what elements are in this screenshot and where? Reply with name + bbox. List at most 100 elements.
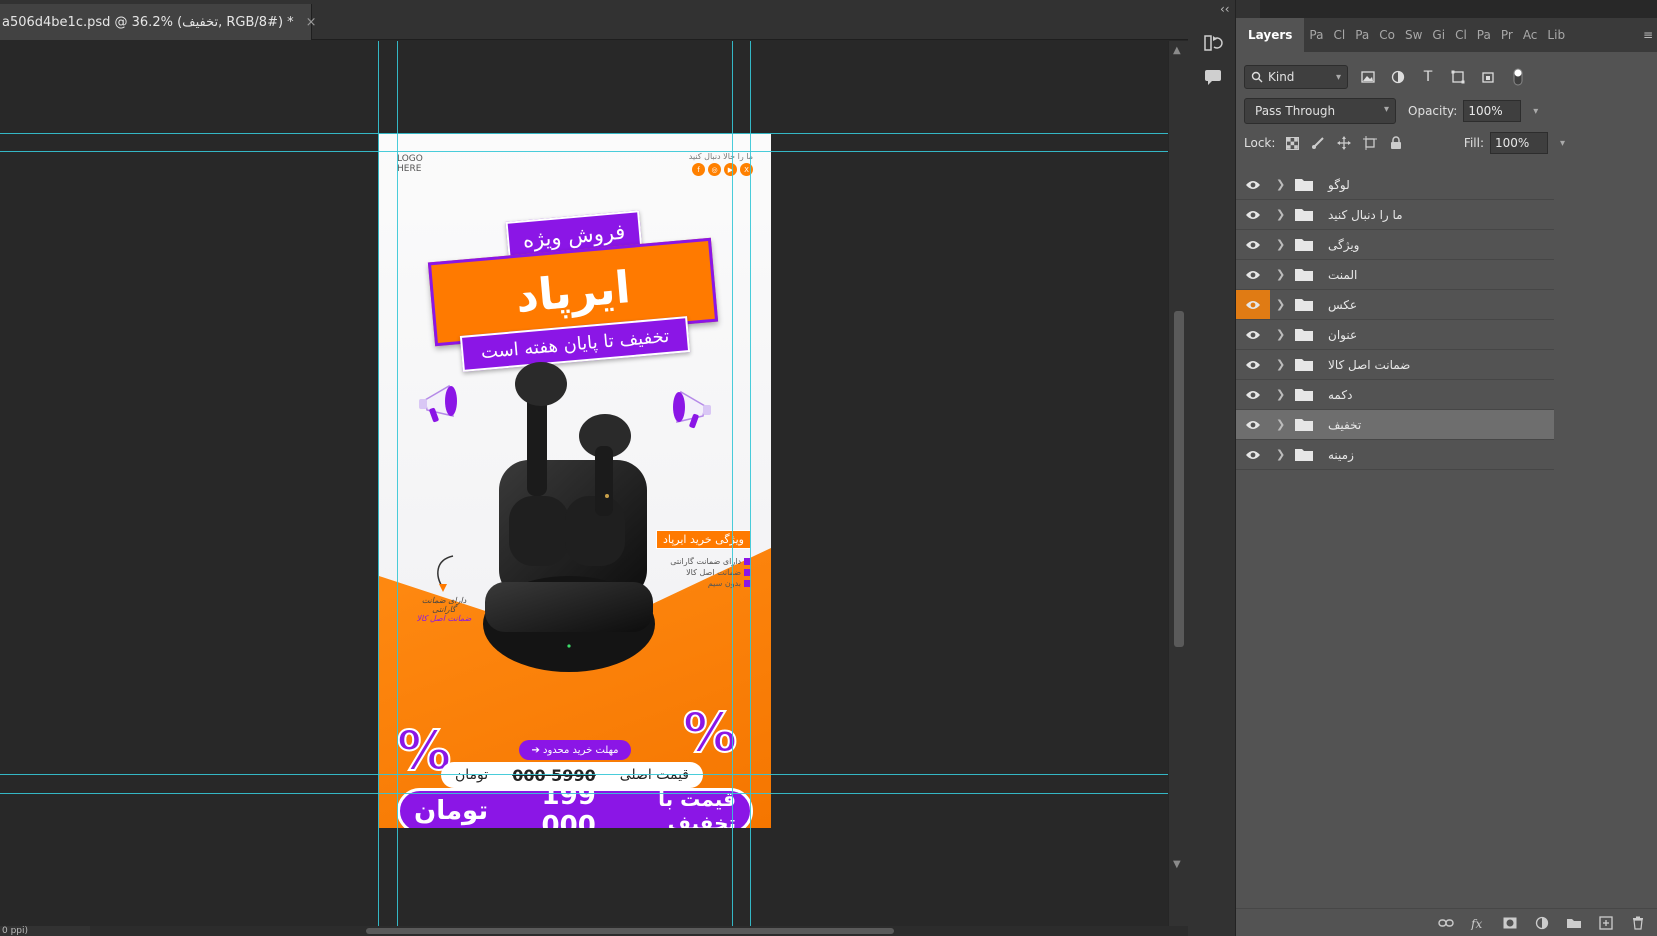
chevron-right-icon[interactable]: ❯: [1276, 238, 1290, 251]
social-icon: ▶: [724, 163, 737, 176]
layer-row[interactable]: ❯ زمینه: [1236, 440, 1554, 470]
layer-row[interactable]: ❯ عنوان: [1236, 320, 1554, 350]
canvas-area[interactable]: LOGO HERE ما را حالا دنبال کنید f ◎ ▶ X فرو…: [0, 41, 1234, 927]
history-icon[interactable]: [1200, 30, 1226, 56]
lock-transparent-pixels-icon[interactable]: [1281, 132, 1303, 154]
panel-tab-9[interactable]: Pr: [1496, 18, 1518, 52]
layer-name: ویژگی: [1328, 237, 1360, 252]
lock-position-icon[interactable]: [1333, 132, 1355, 154]
feature-item: بدون سیم: [656, 579, 751, 588]
filter-toggle-icon[interactable]: [1508, 67, 1528, 87]
panel-tab-10[interactable]: Ac: [1518, 18, 1543, 52]
filter-adjustment-layer-icon[interactable]: [1388, 67, 1408, 87]
horizontal-scroll-thumb[interactable]: [366, 928, 894, 934]
features-block: ویژگی خرید ایرپاد دارای ضمانت گارانتی ضما…: [655, 528, 751, 590]
layer-name: تخفیف: [1328, 417, 1362, 432]
guide-vertical: [750, 41, 751, 927]
eye-visibility-icon[interactable]: [1236, 350, 1270, 379]
comments-icon[interactable]: [1200, 64, 1226, 90]
layer-row[interactable]: ❯ دکمه: [1236, 380, 1554, 410]
chevron-right-icon[interactable]: ❯: [1276, 418, 1290, 431]
scroll-up-icon[interactable]: ▲: [1173, 45, 1181, 56]
panel-tab-4[interactable]: Co: [1374, 18, 1400, 52]
lock-artboard-icon[interactable]: [1359, 132, 1381, 154]
eye-visibility-icon[interactable]: [1236, 170, 1270, 199]
layer-row[interactable]: ❯ لوگو: [1236, 170, 1554, 200]
filter-smart-object-icon[interactable]: [1478, 67, 1498, 87]
panel-tab-11[interactable]: Lib: [1542, 18, 1570, 52]
folder-icon: [1295, 178, 1313, 191]
social-icon: X: [740, 163, 753, 176]
lock-all-icon[interactable]: [1385, 132, 1407, 154]
layer-filter-row: Kind ▾ T: [1244, 64, 1588, 90]
photoshop-window: a506d4be1c.psd @ 36.2% (تخفیف, RGB/8#) *…: [0, 0, 1657, 936]
eye-visibility-icon[interactable]: [1236, 440, 1270, 469]
panel-tab-8[interactable]: Pa: [1472, 18, 1496, 52]
new-group-icon[interactable]: [1565, 914, 1583, 932]
opacity-label: Opacity:: [1408, 104, 1458, 118]
folder-icon: [1295, 358, 1313, 371]
layer-row[interactable]: ❯ ما را دنبال کنید: [1236, 200, 1554, 230]
panel-tab-7[interactable]: Cl: [1450, 18, 1472, 52]
layer-row[interactable]: ❯ ضمانت اصل کالا: [1236, 350, 1554, 380]
chevron-down-icon[interactable]: ▾: [1533, 106, 1538, 117]
canvas-vertical-scrollbar[interactable]: ▲ ▼: [1168, 41, 1188, 927]
eye-visibility-icon[interactable]: [1236, 410, 1270, 439]
eye-visibility-icon[interactable]: [1236, 200, 1270, 229]
chevron-right-icon[interactable]: ❯: [1276, 358, 1290, 371]
chevron-right-icon[interactable]: ❯: [1276, 388, 1290, 401]
panel-tab-5[interactable]: Sw: [1400, 18, 1427, 52]
filter-pixel-layer-icon[interactable]: [1358, 67, 1378, 87]
chevron-down-icon[interactable]: ▾: [1560, 138, 1565, 149]
folder-icon: [1295, 328, 1313, 341]
filter-type-layer-icon[interactable]: T: [1418, 67, 1438, 87]
opacity-input[interactable]: 100% ▾: [1463, 100, 1538, 122]
link-layers-icon[interactable]: [1437, 914, 1455, 932]
guide-horizontal: [0, 774, 1234, 775]
layer-row[interactable]: ❯ عکس: [1236, 290, 1554, 320]
panel-tab-1[interactable]: Pa: [1304, 18, 1328, 52]
lock-image-pixels-icon[interactable]: [1307, 132, 1329, 154]
eye-visibility-icon[interactable]: [1236, 290, 1270, 319]
layer-row[interactable]: ❯ المنت: [1236, 260, 1554, 290]
chevron-right-icon[interactable]: ❯: [1276, 298, 1290, 311]
vertical-scroll-thumb[interactable]: [1174, 311, 1184, 647]
document-tab[interactable]: a506d4be1c.psd @ 36.2% (تخفیف, RGB/8#) *…: [0, 4, 317, 40]
fill-input[interactable]: 100% ▾: [1490, 132, 1565, 154]
blend-mode-select[interactable]: Pass Through ▾: [1244, 98, 1396, 124]
new-layer-icon[interactable]: [1597, 914, 1615, 932]
panel-tab-6[interactable]: Gi: [1427, 18, 1450, 52]
guide-vertical: [732, 41, 733, 927]
chevron-right-icon[interactable]: ❯: [1276, 178, 1290, 191]
layer-row[interactable]: ❯ ویژگی: [1236, 230, 1554, 260]
layer-name: دکمه: [1328, 387, 1353, 402]
new-adjustment-layer-icon[interactable]: [1533, 914, 1551, 932]
layer-style-fx-icon[interactable]: fx: [1469, 914, 1487, 932]
scroll-down-icon[interactable]: ▼: [1173, 859, 1181, 870]
collapse-panels-icon[interactable]: ‹‹: [1220, 2, 1230, 16]
canvas-horizontal-scrollbar[interactable]: [90, 926, 1234, 936]
panel-tab-0[interactable]: Layers: [1236, 18, 1305, 52]
add-mask-icon[interactable]: [1501, 914, 1519, 932]
panel-menu-icon[interactable]: ≡: [1643, 28, 1653, 42]
eye-visibility-icon[interactable]: [1236, 320, 1270, 349]
filter-kind-select[interactable]: Kind ▾: [1244, 65, 1348, 89]
final-price-box: قیمت با تخفیف 199 000 تومان: [397, 781, 753, 828]
panel-tab-2[interactable]: Cl: [1328, 18, 1350, 52]
layer-name: لوگو: [1328, 177, 1350, 192]
delete-layer-icon[interactable]: [1629, 914, 1647, 932]
eye-visibility-icon[interactable]: [1236, 380, 1270, 409]
chevron-right-icon[interactable]: ❯: [1276, 208, 1290, 221]
panel-tab-strip: Layers Pa Cl Pa Co Sw Gi Cl Pa Pr Ac Lib: [1236, 18, 1657, 52]
filter-shape-layer-icon[interactable]: [1448, 67, 1468, 87]
chevron-right-icon[interactable]: ❯: [1276, 268, 1290, 281]
eye-visibility-icon[interactable]: [1236, 230, 1270, 259]
close-icon[interactable]: ×: [306, 15, 317, 30]
panel-tab-3[interactable]: Pa: [1350, 18, 1374, 52]
poster-artboard[interactable]: LOGO HERE ما را حالا دنبال کنید f ◎ ▶ X فرو…: [379, 134, 771, 828]
layer-row[interactable]: ❯ تخفیف: [1236, 410, 1554, 440]
megaphone-right-icon: [673, 390, 711, 429]
chevron-right-icon[interactable]: ❯: [1276, 448, 1290, 461]
chevron-right-icon[interactable]: ❯: [1276, 328, 1290, 341]
eye-visibility-icon[interactable]: [1236, 260, 1270, 289]
